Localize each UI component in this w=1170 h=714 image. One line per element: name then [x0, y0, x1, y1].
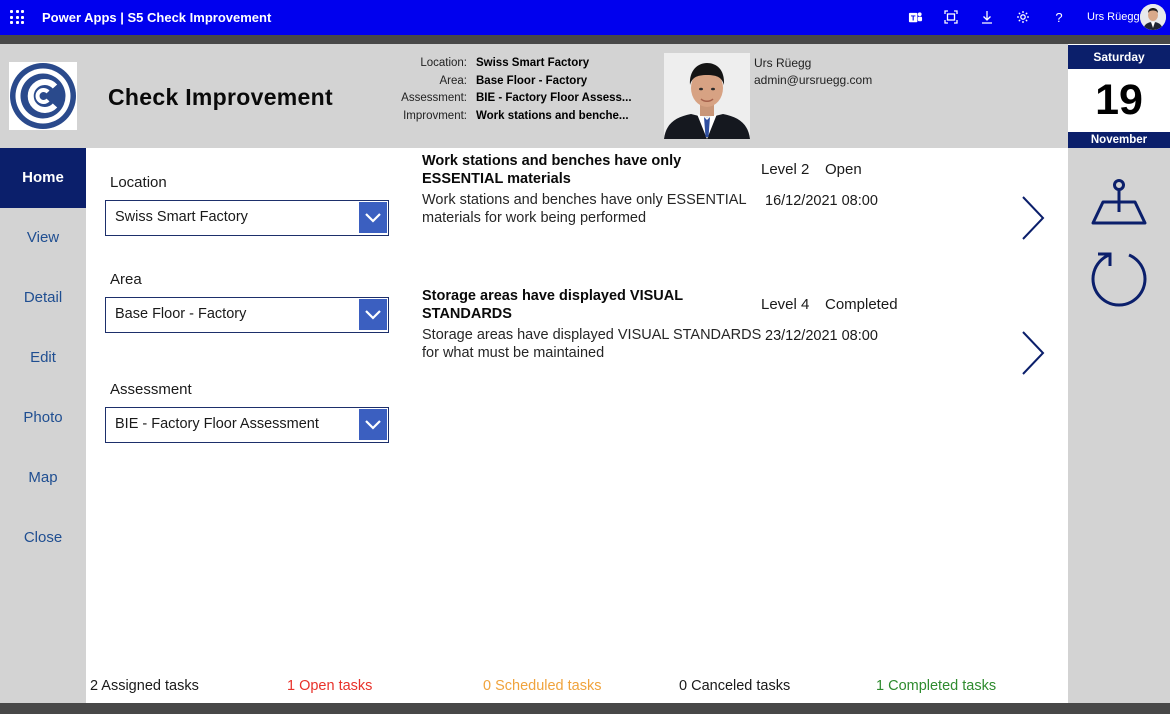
area-dropdown-value: Base Floor - Factory — [115, 306, 247, 322]
chevron-down-icon[interactable] — [359, 409, 387, 440]
company-logo — [9, 62, 77, 130]
location-dropdown[interactable]: Swiss Smart Factory — [105, 200, 389, 236]
nav-item-close[interactable]: Close — [0, 508, 86, 568]
chevron-right-icon[interactable] — [1018, 330, 1048, 376]
item-description: Work stations and benches have only ESSE… — [422, 192, 747, 226]
header-divider — [0, 35, 1170, 44]
info-value-location: Swiss Smart Factory — [476, 57, 590, 69]
item-level: Level 4 — [761, 296, 810, 313]
info-label-improvement: Improvment: — [403, 109, 467, 122]
date-weekday: Saturday — [1068, 45, 1170, 69]
item-status: Open — [825, 161, 862, 178]
top-user-name[interactable]: Urs Rüegg — [1087, 11, 1140, 23]
side-navigation: Home View Detail Edit Photo Map Close — [0, 148, 86, 703]
bottom-bar — [0, 703, 1170, 714]
info-label-area: Area: — [439, 74, 468, 87]
item-due-date: 16/12/2021 08:00 — [765, 193, 878, 209]
info-value-assessment: BIE - Factory Floor Assess... — [476, 92, 632, 104]
svg-text:T: T — [910, 13, 915, 22]
info-value-area: Base Floor - Factory — [476, 74, 588, 87]
user-photo — [664, 53, 750, 139]
nav-item-view[interactable]: View — [0, 208, 86, 268]
canceled-tasks-count: 0 Canceled tasks — [679, 678, 791, 694]
download-icon[interactable] — [978, 8, 996, 26]
date-month: November — [1068, 132, 1170, 148]
info-label-location: Location: — [420, 57, 467, 69]
item-level: Level 2 — [761, 161, 810, 178]
chevron-right-icon[interactable] — [1018, 195, 1048, 241]
info-label-assessment: Assessment: — [401, 92, 467, 104]
nav-item-home[interactable]: Home — [0, 148, 86, 208]
item-title: Storage areas have displayed VISUAL STAN… — [422, 288, 683, 322]
nav-item-map[interactable]: Map — [0, 448, 86, 508]
scheduled-tasks-count: 0 Scheduled tasks — [483, 678, 602, 694]
item-due-date: 23/12/2021 08:00 — [765, 328, 878, 344]
user-avatar[interactable] — [1140, 4, 1166, 30]
info-value-improvement: Work stations and benche... — [476, 109, 629, 122]
user-email: admin@ursruegg.com — [754, 73, 873, 87]
location-label: Location — [110, 174, 167, 191]
nav-item-detail[interactable]: Detail — [0, 268, 86, 328]
completed-tasks-count: 1 Completed tasks — [876, 678, 997, 694]
item-description: Storage areas have displayed VISUAL STAN… — [422, 327, 762, 361]
date-card: Saturday 19 November — [1068, 44, 1170, 148]
header-panel: Check Improvement Location: Area: Assess… — [0, 44, 1068, 148]
chevron-down-icon[interactable] — [359, 202, 387, 233]
help-icon[interactable]: ? — [1050, 8, 1068, 26]
assessment-dropdown-value: BIE - Factory Floor Assessment — [115, 416, 319, 432]
assessment-dropdown[interactable]: BIE - Factory Floor Assessment — [105, 407, 389, 443]
chevron-down-icon[interactable] — [359, 299, 387, 330]
settings-icon[interactable] — [1014, 8, 1032, 26]
nav-item-photo[interactable]: Photo — [0, 388, 86, 448]
info-values: Swiss Smart Factory Base Floor - Factory… — [476, 55, 632, 125]
app-title: Power Apps | S5 Check Improvement — [42, 10, 272, 25]
user-name: Urs Rüegg — [754, 56, 812, 70]
teams-icon[interactable]: T — [906, 8, 924, 26]
open-tasks-count: 1 Open tasks — [287, 678, 373, 694]
suite-bar: Power Apps | S5 Check Improvement T ? Ur… — [0, 0, 1170, 35]
page-title: Check Improvement — [108, 84, 333, 110]
assessment-label: Assessment — [110, 381, 192, 398]
item-title: Work stations and benches have only ESSE… — [422, 153, 682, 187]
area-dropdown[interactable]: Base Floor - Factory — [105, 297, 389, 333]
date-day-number: 19 — [1068, 69, 1170, 131]
map-location-icon[interactable] — [1090, 178, 1148, 231]
refresh-icon[interactable] — [1090, 248, 1148, 313]
item-status: Completed — [825, 296, 898, 313]
info-labels: Location: Area: Assessment: Improvment: — [348, 55, 467, 125]
area-label: Area — [110, 271, 142, 288]
nav-item-edit[interactable]: Edit — [0, 328, 86, 388]
fit-to-screen-icon[interactable] — [942, 8, 960, 26]
right-rail — [1068, 148, 1170, 703]
waffle-icon[interactable] — [10, 10, 24, 24]
location-dropdown-value: Swiss Smart Factory — [115, 209, 248, 225]
assigned-tasks-count: 2 Assigned tasks — [90, 678, 199, 694]
